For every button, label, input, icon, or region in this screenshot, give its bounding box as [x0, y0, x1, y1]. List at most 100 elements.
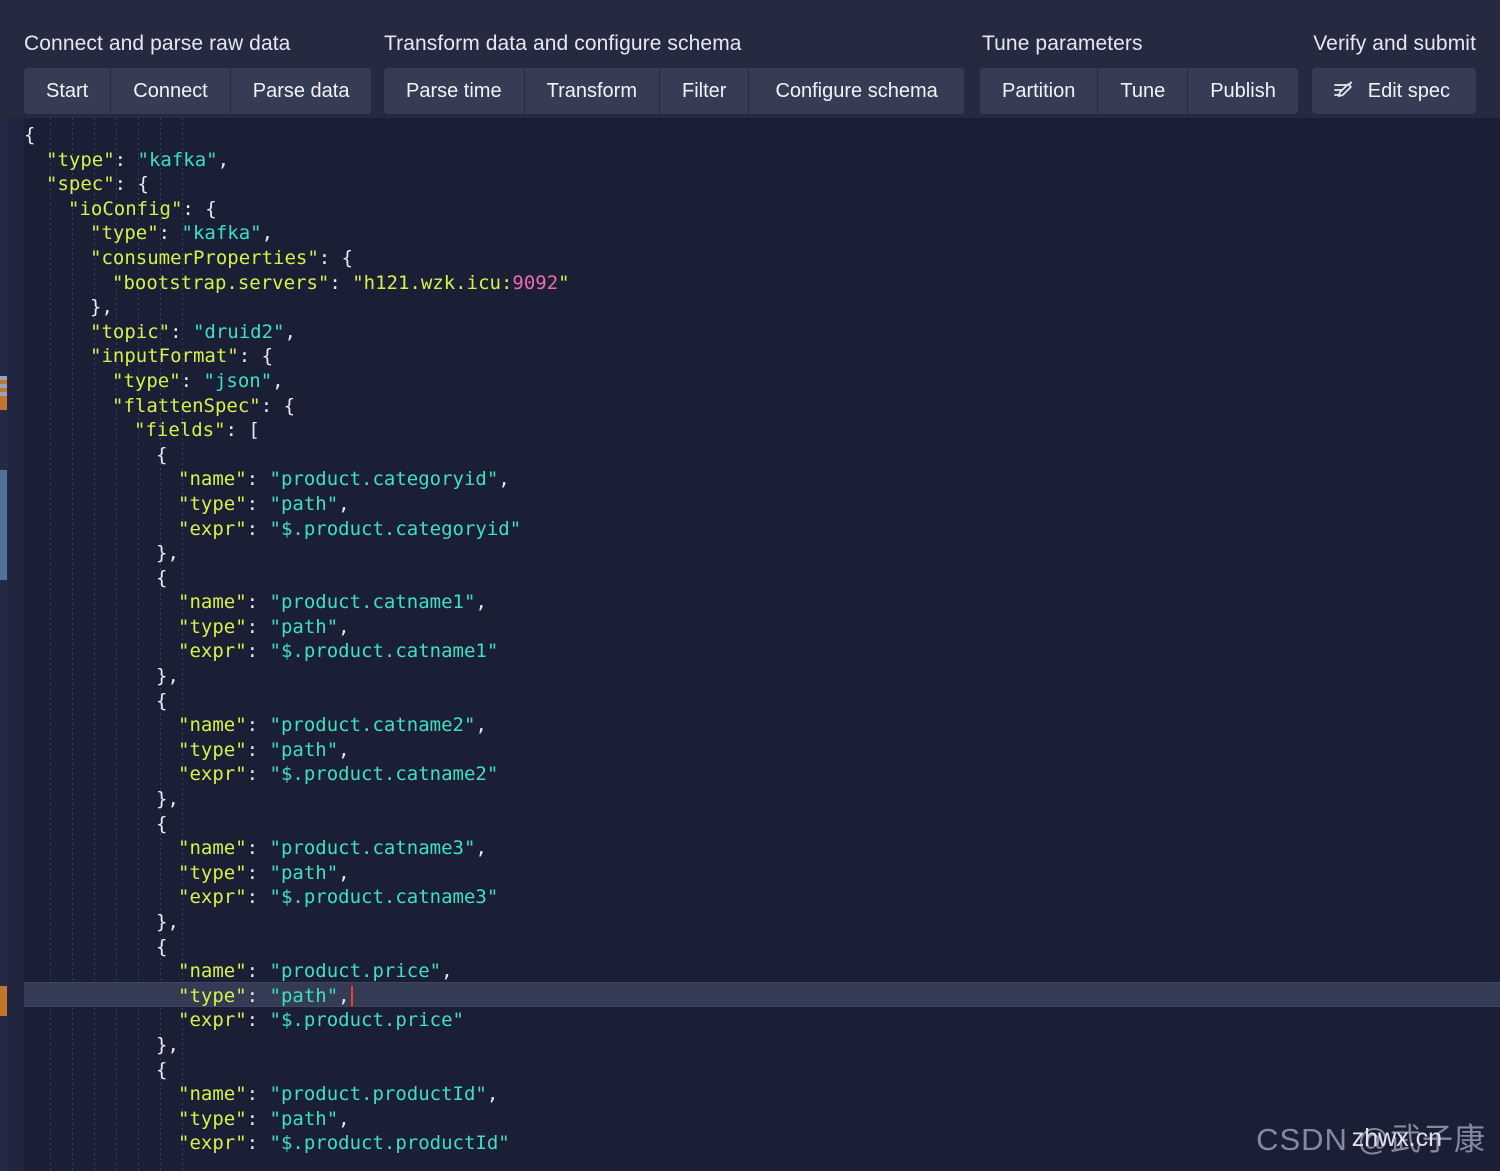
editor-scroll-indicator[interactable] — [0, 470, 7, 580]
code-token-punc: { — [156, 690, 167, 712]
nav-button-publish[interactable]: Publish — [1188, 68, 1298, 114]
editor-gutter-tick — [0, 384, 7, 388]
code-token-punc: : — [181, 370, 204, 392]
code-line[interactable]: { — [24, 689, 1500, 714]
code-line[interactable]: "type": "path", — [24, 861, 1500, 886]
nav-button-start[interactable]: Start — [24, 68, 111, 114]
code-line[interactable]: "expr": "$.product.productId" — [24, 1131, 1500, 1156]
code-line[interactable]: "type": "path", — [24, 615, 1500, 640]
code-token-key: "name" — [178, 468, 247, 490]
code-line[interactable]: "ioConfig": { — [24, 197, 1500, 222]
code-line[interactable]: "type": "json", — [24, 369, 1500, 394]
code-token-punc: : { — [261, 395, 295, 417]
code-token-punc: : — [247, 862, 270, 884]
code-line[interactable]: { — [24, 443, 1500, 468]
code-token-punc: , — [475, 714, 486, 736]
code-line[interactable]: "type": "kafka", — [24, 148, 1500, 173]
code-line[interactable]: }, — [24, 664, 1500, 689]
code-line[interactable]: "consumerProperties": { — [24, 246, 1500, 271]
code-line[interactable]: "fields": [ — [24, 418, 1500, 443]
spec-code-editor[interactable]: {"type": "kafka","spec": {"ioConfig": {"… — [0, 118, 1500, 1171]
code-line[interactable]: }, — [24, 541, 1500, 566]
wizard-nav-group-label: Verify and submit — [1312, 0, 1476, 68]
code-line[interactable]: "inputFormat": { — [24, 344, 1500, 369]
code-line[interactable]: }, — [24, 910, 1500, 935]
code-line[interactable]: "name": "product.catname1", — [24, 590, 1500, 615]
nav-button-partition[interactable]: Partition — [980, 68, 1098, 114]
code-token-key: "type" — [46, 149, 115, 171]
editor-left-edge-strip — [0, 118, 8, 1171]
wizard-nav-group-label: Tune parameters — [980, 0, 1298, 68]
code-line[interactable]: }, — [24, 787, 1500, 812]
code-token-punc: , — [338, 985, 349, 1007]
wizard-nav-button-group: Edit spec — [1312, 68, 1476, 114]
nav-button-parse-time[interactable]: Parse time — [384, 68, 525, 114]
code-token-str: "product.catname2" — [270, 714, 476, 736]
nav-button-label: Configure schema — [775, 81, 937, 101]
code-token-str: "product.catname1" — [270, 591, 476, 613]
code-line[interactable]: "spec": { — [24, 172, 1500, 197]
nav-button-transform[interactable]: Transform — [525, 68, 660, 114]
code-token-punc: : — [329, 272, 352, 294]
code-line[interactable]: "type": "kafka", — [24, 221, 1500, 246]
wizard-nav-bar: Connect and parse raw dataStartConnectPa… — [0, 0, 1500, 118]
code-token-key: "name" — [178, 837, 247, 859]
code-token-yellow: " — [558, 272, 569, 294]
code-token-punc: , — [284, 321, 295, 343]
code-token-key: "name" — [178, 714, 247, 736]
editor-fold-gutter[interactable] — [8, 118, 24, 1171]
code-line[interactable]: "expr": "$.product.categoryid" — [24, 517, 1500, 542]
code-token-punc: : — [247, 518, 270, 540]
code-token-punc: : { — [319, 247, 353, 269]
code-line[interactable]: "name": "product.catname2", — [24, 713, 1500, 738]
nav-button-tune[interactable]: Tune — [1098, 68, 1188, 114]
code-line[interactable]: "type": "path", — [24, 738, 1500, 763]
code-token-punc: : — [247, 1009, 270, 1031]
code-token-punc: , — [262, 222, 273, 244]
code-line[interactable]: "topic": "druid2", — [24, 320, 1500, 345]
code-line[interactable]: "type": "path", — [24, 984, 1500, 1009]
code-token-key: "flattenSpec" — [112, 395, 261, 417]
code-token-punc: , — [338, 1108, 349, 1130]
editor-annotation-marker-bottom — [0, 986, 7, 1016]
editor-gutter-tick — [0, 376, 7, 380]
code-line[interactable]: { — [24, 812, 1500, 837]
code-token-punc: : — [115, 149, 138, 171]
code-line[interactable]: "type": "path", — [24, 1107, 1500, 1132]
editor-code-lines[interactable]: {"type": "kafka","spec": {"ioConfig": {"… — [24, 118, 1500, 1156]
nav-button-edit-spec[interactable]: Edit spec — [1312, 68, 1476, 114]
code-line[interactable]: }, — [24, 295, 1500, 320]
code-token-punc: , — [498, 468, 509, 490]
code-token-punc: : { — [182, 198, 216, 220]
code-line[interactable]: "expr": "$.product.catname3" — [24, 885, 1500, 910]
code-token-punc: : — [170, 321, 193, 343]
editor-code-surface[interactable]: {"type": "kafka","spec": {"ioConfig": {"… — [24, 118, 1500, 1171]
nav-button-filter[interactable]: Filter — [660, 68, 749, 114]
code-token-str: "druid2" — [193, 321, 285, 343]
code-token-punc: : — [247, 1108, 270, 1130]
code-line[interactable]: "name": "product.catname3", — [24, 836, 1500, 861]
code-token-punc: }, — [156, 911, 179, 933]
code-line[interactable]: "type": "path", — [24, 492, 1500, 517]
code-line[interactable]: { — [24, 123, 1500, 148]
code-line[interactable]: { — [24, 566, 1500, 591]
code-line[interactable]: "expr": "$.product.price" — [24, 1008, 1500, 1033]
wizard-nav-group-label: Connect and parse raw data — [24, 0, 371, 68]
code-line[interactable]: { — [24, 1058, 1500, 1083]
code-line[interactable]: "bootstrap.servers": "h121.wzk.icu:9092" — [24, 271, 1500, 296]
code-line[interactable]: { — [24, 935, 1500, 960]
code-token-key: "expr" — [178, 640, 247, 662]
code-line[interactable]: "name": "product.price", — [24, 959, 1500, 984]
nav-button-configure-schema[interactable]: Configure schema — [749, 68, 963, 114]
nav-button-parse-data[interactable]: Parse data — [231, 68, 372, 114]
code-line[interactable]: "name": "product.productId", — [24, 1082, 1500, 1107]
code-line[interactable]: "name": "product.categoryid", — [24, 467, 1500, 492]
code-line[interactable]: }, — [24, 1033, 1500, 1058]
code-line[interactable]: "expr": "$.product.catname2" — [24, 762, 1500, 787]
code-line[interactable]: "flattenSpec": { — [24, 394, 1500, 419]
code-token-punc: : — [247, 468, 270, 490]
nav-button-connect[interactable]: Connect — [111, 68, 231, 114]
code-line[interactable]: "expr": "$.product.catname1" — [24, 639, 1500, 664]
code-token-str: "product.productId" — [270, 1083, 487, 1105]
code-token-punc: : — [247, 739, 270, 761]
